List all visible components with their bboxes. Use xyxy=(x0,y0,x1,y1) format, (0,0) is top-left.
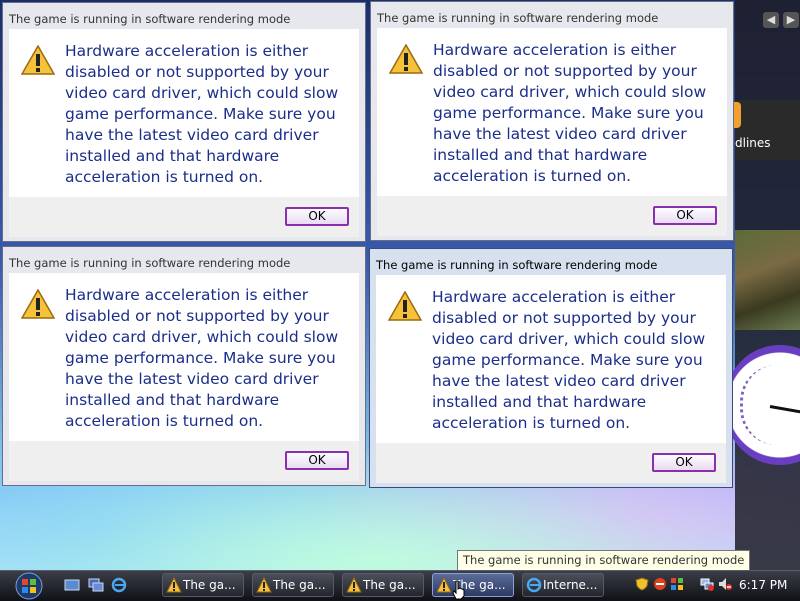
taskbar-button-2[interactable]: The ga... xyxy=(252,573,334,597)
dialog-title: The game is running in software renderin… xyxy=(377,11,659,25)
sidebar-nav: ◀ ▶ xyxy=(763,12,799,28)
warning-icon xyxy=(388,291,422,321)
ok-button[interactable]: OK xyxy=(285,207,349,226)
dialog-body: Hardware acceleration is either disabled… xyxy=(376,275,726,443)
feed-label: dlines xyxy=(735,136,771,150)
warning-icon xyxy=(166,577,182,593)
slideshow-gadget[interactable] xyxy=(735,230,800,330)
taskbar-button-label: The ga... xyxy=(183,578,236,592)
dialog-body: Hardware acceleration is either disabled… xyxy=(9,29,359,197)
network-icon[interactable] xyxy=(700,577,714,591)
dialog-message: Hardware acceleration is either disabled… xyxy=(432,288,706,432)
warning-dialog-3[interactable]: The game is running in software renderin… xyxy=(2,246,366,486)
warning-dialog-2[interactable]: The game is running in software renderin… xyxy=(370,1,734,241)
sidebar-next-button[interactable]: ▶ xyxy=(783,12,799,28)
dialog-message: Hardware acceleration is either disabled… xyxy=(65,42,339,186)
switch-windows-icon[interactable] xyxy=(88,577,104,593)
system-clock[interactable]: 6:17 PM xyxy=(739,575,787,595)
warning-icon xyxy=(346,577,362,593)
dialog-footer: OK xyxy=(9,441,359,481)
windows-flag-icon[interactable] xyxy=(670,577,684,591)
ok-button[interactable]: OK xyxy=(653,206,717,225)
dialog-body: Hardware acceleration is either disabled… xyxy=(9,273,359,441)
ok-button[interactable]: OK xyxy=(285,451,349,470)
ie-icon[interactable] xyxy=(111,577,127,593)
warning-icon xyxy=(389,44,423,74)
taskbar-button-label: The ga... xyxy=(273,578,326,592)
taskbar-tooltip: The game is running in software renderin… xyxy=(457,550,751,571)
ok-button[interactable]: OK xyxy=(652,453,716,472)
taskbar-button-4[interactable]: The ga... xyxy=(432,573,514,597)
show-desktop-icon[interactable] xyxy=(64,577,80,593)
warning-icon xyxy=(21,45,55,75)
security-center-icon[interactable] xyxy=(653,577,667,591)
taskbar-button-5[interactable]: Interne... xyxy=(522,573,604,597)
start-button[interactable] xyxy=(9,572,49,600)
taskbar-button-3[interactable]: The ga... xyxy=(342,573,424,597)
ie-icon xyxy=(526,577,542,593)
dialog-body: Hardware acceleration is either disabled… xyxy=(377,28,727,196)
dialog-title: The game is running in software renderin… xyxy=(9,12,291,26)
feed-headlines-gadget[interactable]: dlines xyxy=(731,100,800,160)
dialog-footer: OK xyxy=(9,197,359,237)
dialog-message: Hardware acceleration is either disabled… xyxy=(433,41,707,185)
dialog-footer: OK xyxy=(377,196,727,236)
warning-dialog-4[interactable]: The game is running in software renderin… xyxy=(369,248,733,488)
taskbar-button-label: The ga... xyxy=(363,578,416,592)
warning-icon xyxy=(21,289,55,319)
hand-cursor-icon xyxy=(452,580,465,600)
shield-icon[interactable] xyxy=(635,577,649,591)
windows-sidebar: ◀ ▶ dlines xyxy=(725,0,800,570)
warning-icon xyxy=(256,577,272,593)
dialog-title: The game is running in software renderin… xyxy=(376,258,658,272)
dialog-footer: OK xyxy=(376,443,726,483)
clock-gadget[interactable] xyxy=(725,345,800,465)
dialog-message: Hardware acceleration is either disabled… xyxy=(65,286,339,430)
taskbar-button-label: Interne... xyxy=(543,578,598,592)
volume-muted-icon[interactable] xyxy=(718,577,732,591)
warning-dialog-1[interactable]: The game is running in software renderin… xyxy=(2,2,366,242)
warning-icon xyxy=(436,577,452,593)
sidebar-prev-button[interactable]: ◀ xyxy=(763,12,779,28)
dialog-title: The game is running in software renderin… xyxy=(9,256,291,270)
taskbar-button-1[interactable]: The ga... xyxy=(162,573,244,597)
